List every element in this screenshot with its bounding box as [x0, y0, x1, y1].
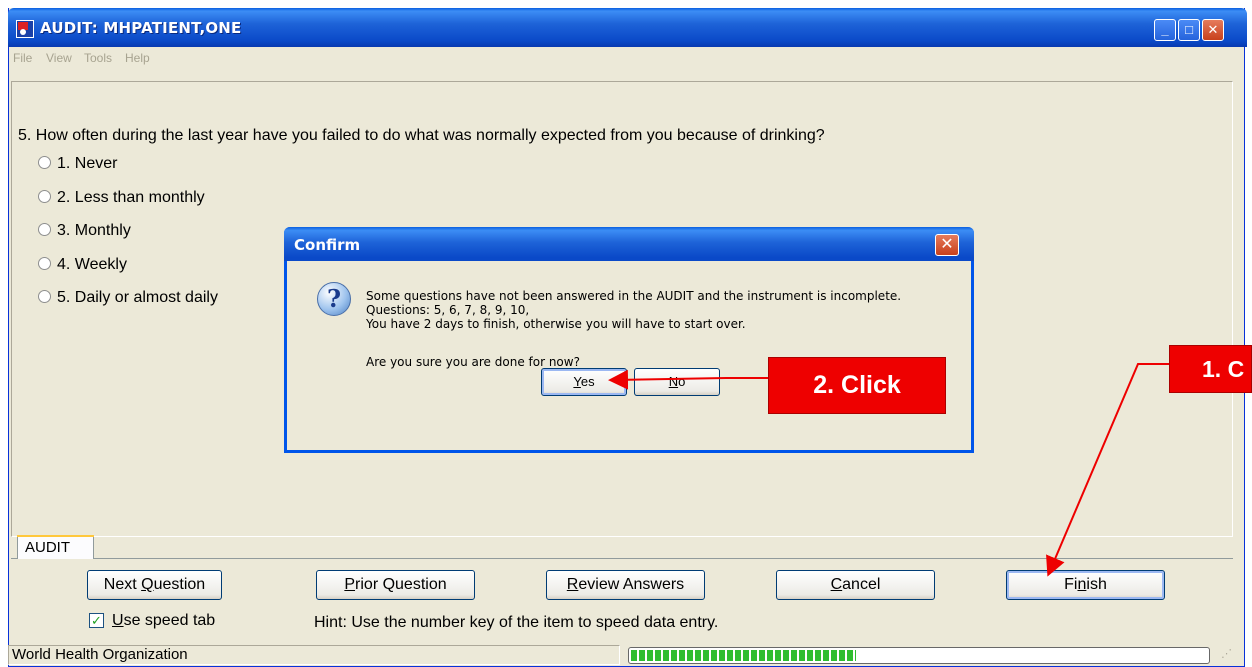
menu-file[interactable]: File — [13, 51, 32, 65]
hint-text: Hint: Use the number key of the item to … — [314, 614, 719, 631]
option-label: 5. Daily or almost daily — [57, 289, 218, 306]
confirm-dialog: Confirm ✕ ? Some questions have not been… — [284, 227, 974, 453]
dialog-close-button[interactable]: ✕ — [935, 234, 959, 256]
yes-button[interactable]: Yes — [541, 368, 627, 396]
dialog-question: Are you sure you are done for now? — [366, 355, 580, 369]
callout-step-2: 2. Click — [768, 357, 946, 414]
maximize-button[interactable]: □ — [1178, 19, 1200, 41]
radio-icon[interactable] — [38, 223, 51, 236]
speed-tab-checkbox[interactable]: ✓ — [89, 613, 104, 628]
close-button[interactable]: ✕ — [1202, 19, 1224, 41]
progress-bar — [628, 647, 1210, 664]
radio-icon[interactable] — [38, 290, 51, 303]
dialog-message-line: Some questions have not been answered in… — [366, 289, 902, 303]
option-never[interactable]: 1. Never — [38, 155, 117, 173]
status-organization: World Health Organization — [8, 645, 620, 665]
option-weekly[interactable]: 4. Weekly — [38, 256, 127, 274]
window-title: AUDIT: MHPATIENT,ONE — [40, 19, 242, 37]
option-daily[interactable]: 5. Daily or almost daily — [38, 289, 218, 307]
no-button[interactable]: No — [634, 368, 720, 396]
review-answers-button[interactable]: Review Answers — [546, 570, 705, 600]
option-monthly[interactable]: 3. Monthly — [38, 222, 131, 240]
callout-step-1: 1. C — [1169, 345, 1252, 393]
menu-help[interactable]: Help — [125, 51, 150, 65]
dialog-title-bar[interactable]: Confirm ✕ — [284, 227, 974, 261]
option-label: 1. Never — [57, 155, 118, 172]
question-text: 5. How often during the last year have y… — [18, 127, 825, 144]
title-bar[interactable]: AUDIT: MHPATIENT,ONE _ □ ✕ — [8, 8, 1247, 47]
finish-button[interactable]: Finish — [1006, 570, 1165, 600]
prior-question-button[interactable]: Prior Question — [316, 570, 475, 600]
dialog-message-line: You have 2 days to finish, otherwise you… — [366, 317, 746, 331]
dialog-title: Confirm — [294, 236, 361, 254]
radio-icon[interactable] — [38, 190, 51, 203]
minimize-button[interactable]: _ — [1154, 19, 1176, 41]
option-label: 3. Monthly — [57, 222, 131, 239]
next-question-button[interactable]: Next Question — [87, 570, 222, 600]
option-less-than-monthly[interactable]: 2. Less than monthly — [38, 189, 205, 207]
resize-grip-icon[interactable]: ⋰ — [1221, 647, 1241, 664]
tab-audit[interactable]: AUDIT — [17, 535, 94, 559]
radio-icon[interactable] — [38, 156, 51, 169]
app-icon — [16, 20, 34, 38]
menu-bar: File View Tools Help — [9, 47, 1245, 67]
option-label: 4. Weekly — [57, 256, 127, 273]
tab-strip — [11, 558, 1233, 559]
menu-view[interactable]: View — [46, 51, 72, 65]
question-icon: ? — [317, 282, 351, 316]
dialog-message-line: Questions: 5, 6, 7, 8, 9, 10, — [366, 303, 530, 317]
progress-fill — [631, 650, 856, 661]
speed-tab-label[interactable]: Use speed tab — [112, 612, 215, 630]
menu-tools[interactable]: Tools — [84, 51, 112, 65]
option-label: 2. Less than monthly — [57, 189, 205, 206]
cancel-button[interactable]: Cancel — [776, 570, 935, 600]
radio-icon[interactable] — [38, 257, 51, 270]
